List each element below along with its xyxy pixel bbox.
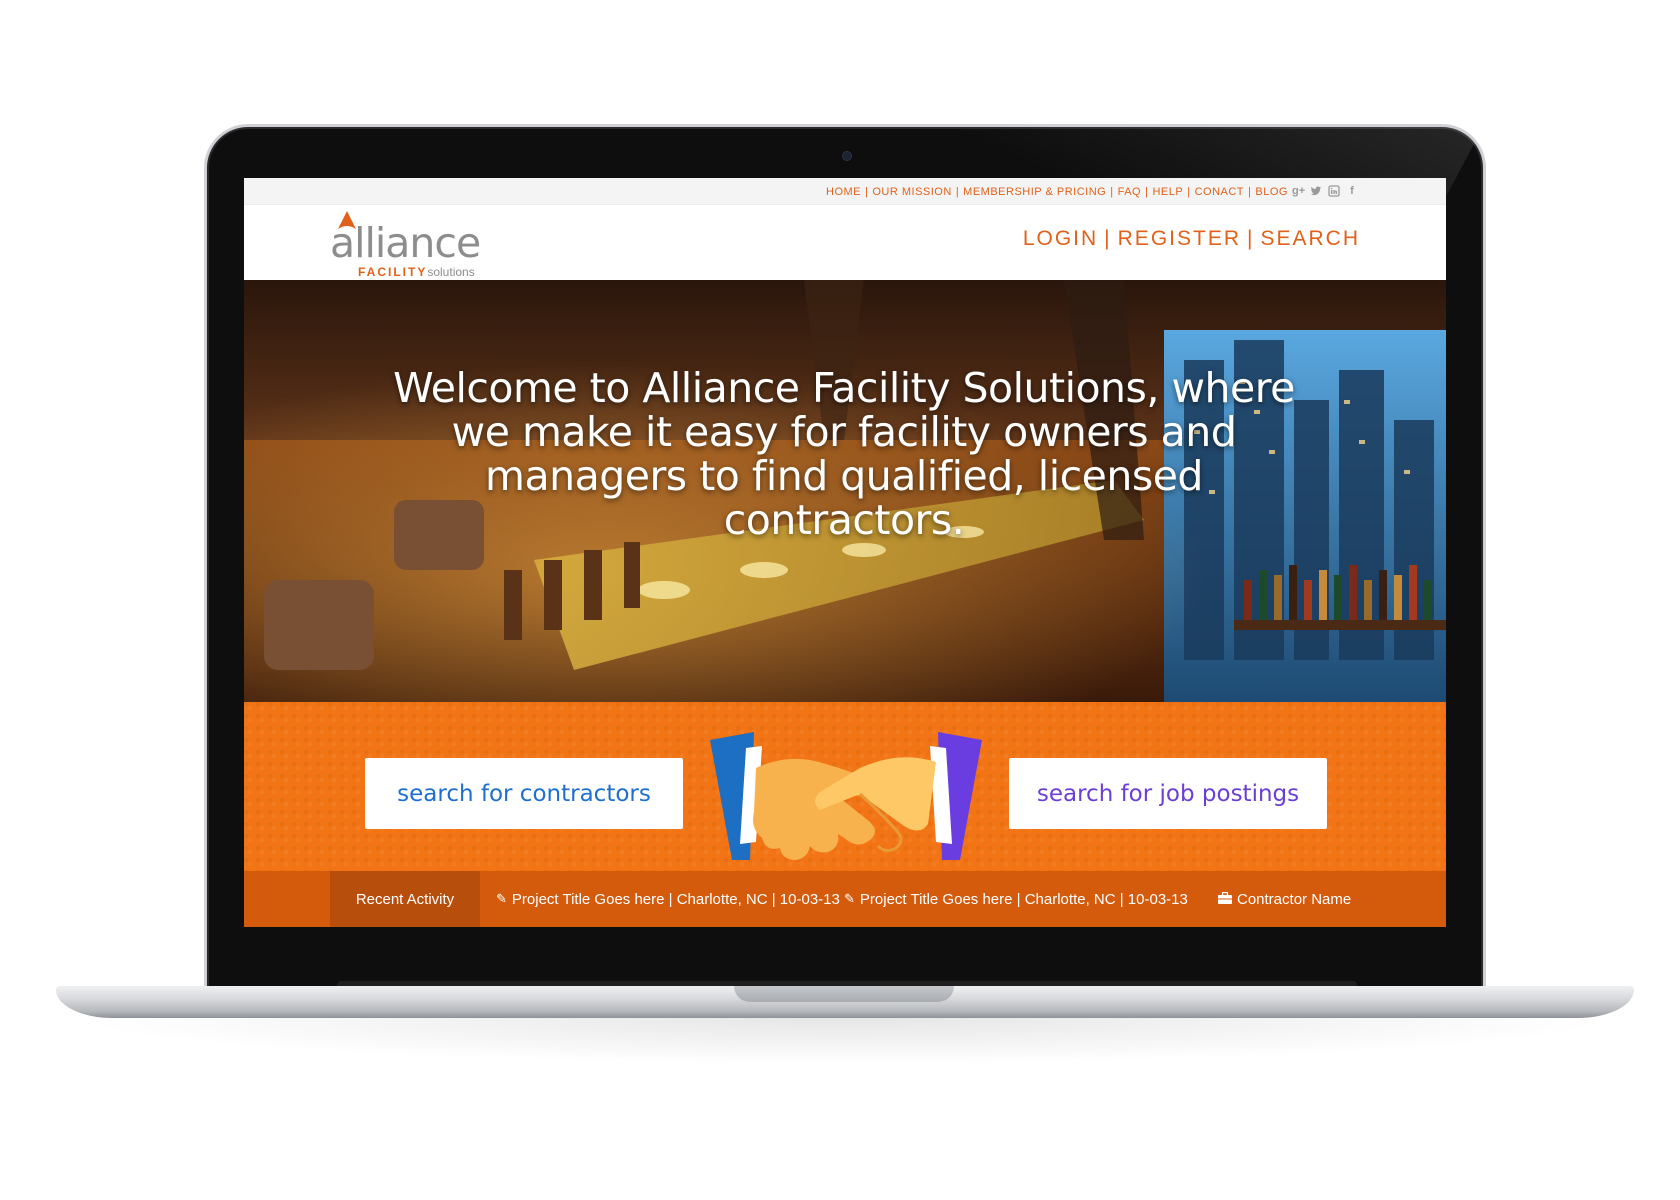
activity-item[interactable]: Contractor Name xyxy=(1218,871,1351,927)
laptop-shadow xyxy=(70,1018,1620,1064)
edit-icon: ✎ xyxy=(844,891,855,906)
nav-faq[interactable]: FAQ xyxy=(1118,186,1142,198)
nav-blog[interactable]: BLOG xyxy=(1255,186,1288,198)
auth-separator: | xyxy=(1104,227,1112,250)
nav-help[interactable]: HELP xyxy=(1152,186,1183,198)
edit-icon: ✎ xyxy=(496,891,507,906)
nav-contact[interactable]: CONACT xyxy=(1195,186,1244,198)
recent-activity-bar: Recent Activity ✎ Project Title Goes her… xyxy=(244,871,1446,927)
site-header: alliance FACILITYsolutions LOGIN | REGISTE… xyxy=(244,205,1446,280)
nav-our-mission[interactable]: OUR MISSION xyxy=(872,186,951,198)
activity-item-text: Project Title Goes here | Charlotte, NC … xyxy=(859,890,1188,908)
register-link[interactable]: REGISTER xyxy=(1118,227,1241,250)
facebook-icon[interactable]: f xyxy=(1346,185,1358,197)
nav-separator: | xyxy=(1110,186,1114,198)
search-job-postings-button[interactable]: search for job postings xyxy=(1009,758,1327,829)
twitter-icon[interactable] xyxy=(1310,185,1322,197)
nav-separator: | xyxy=(955,186,960,198)
hero-banner: Welcome to Alliance Facility Solutions, … xyxy=(244,280,1446,702)
nav-separator: | xyxy=(1145,186,1149,198)
google-plus-icon[interactable]: g+ xyxy=(1292,185,1305,197)
logo-tagline-light: solutions xyxy=(427,265,475,279)
handshake-icon xyxy=(710,732,982,860)
laptop-base xyxy=(56,986,1634,1018)
nav-membership-pricing[interactable]: MEMBERSHIP & PRICING xyxy=(963,186,1106,198)
briefcase-icon xyxy=(1218,891,1232,907)
recent-activity-label: Recent Activity xyxy=(330,871,480,927)
nav-separator: | xyxy=(865,186,869,198)
activity-item-text: Project Title Goes here | Charlotte, NC … xyxy=(511,890,840,908)
nav-home[interactable]: HOME xyxy=(826,186,861,198)
nav-separator: | xyxy=(1248,186,1252,198)
utility-nav: HOME | OUR MISSION | MEMBERSHIP & PRICING | FA… xyxy=(826,186,1288,198)
camera-icon xyxy=(842,151,852,161)
nav-separator: | xyxy=(1187,186,1191,198)
site-logo[interactable]: alliance FACILITYsolutions xyxy=(330,211,510,281)
logo-tagline: FACILITYsolutions xyxy=(358,265,475,279)
trackpad-notch xyxy=(734,986,954,1002)
hero-headline: Welcome to Alliance Facility Solutions, … xyxy=(393,364,1295,544)
auth-separator: | xyxy=(1247,227,1255,250)
utility-bar: HOME | OUR MISSION | MEMBERSHIP & PRICING | FA… xyxy=(244,178,1446,205)
search-link[interactable]: SEARCH xyxy=(1260,227,1360,250)
activity-item-text: Contractor Name xyxy=(1237,890,1352,908)
search-contractors-button[interactable]: search for contractors xyxy=(365,758,683,829)
linkedin-icon[interactable] xyxy=(1328,185,1340,197)
cta-band: search for contractors search for job po… xyxy=(244,702,1446,871)
login-link[interactable]: LOGIN xyxy=(1023,227,1098,250)
logo-wordmark: alliance xyxy=(330,219,481,267)
browser-screen: HOME | OUR MISSION | MEMBERSHIP & PRICING | FA… xyxy=(244,178,1446,927)
social-links: g+ f xyxy=(1292,185,1358,197)
auth-nav: LOGIN | REGISTER | SEARCH xyxy=(1023,227,1360,251)
logo-tagline-bold: FACILITY xyxy=(358,265,428,279)
activity-item[interactable]: ✎ Project Title Goes here | Charlotte, N… xyxy=(844,871,1188,927)
activity-item[interactable]: ✎ Project Title Goes here | Charlotte, N… xyxy=(496,871,840,927)
